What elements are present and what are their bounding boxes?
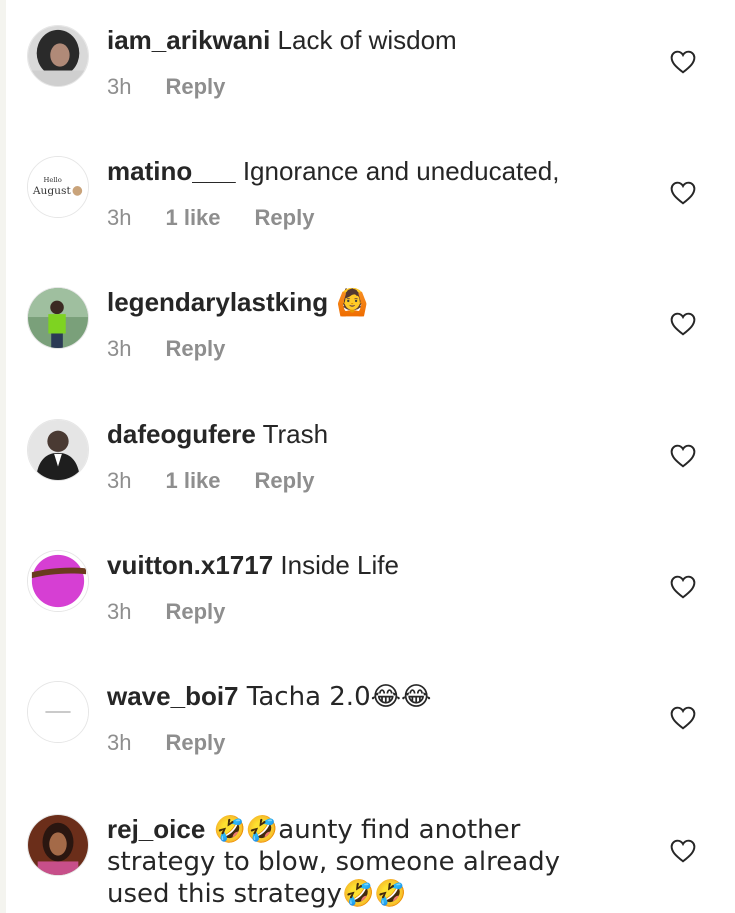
comment-message: Trash — [255, 419, 329, 449]
avatar[interactable] — [27, 419, 89, 481]
comment-time: 3h — [107, 730, 132, 755]
comment-username[interactable]: rej_oice — [107, 814, 205, 844]
comment-text: matino___ Ignorance and uneducated, — [107, 156, 647, 187]
comment-text: dafeogufere Trash — [107, 419, 647, 450]
comment-text: iam_arikwani Lack of wisdom — [107, 25, 647, 56]
comment-username[interactable]: wave_boi7 — [107, 681, 239, 711]
comment-meta: 3h Reply — [107, 730, 225, 756]
pink-circle-avatar-icon — [28, 551, 88, 611]
heart-outline-icon[interactable] — [670, 50, 696, 74]
avatar[interactable] — [27, 814, 89, 876]
comment-time: 3h — [107, 74, 132, 99]
comment-message: Ignorance and uneducated, — [235, 156, 560, 186]
comment-time: 3h — [107, 468, 132, 493]
green-shirt-avatar-icon — [28, 288, 88, 348]
suit-man-avatar-icon — [28, 420, 88, 480]
comment-meta: 3h Reply — [107, 599, 225, 625]
comment-username[interactable]: dafeogufere — [107, 419, 256, 449]
like-count[interactable]: 1 like — [165, 468, 220, 494]
heart-outline-icon[interactable] — [670, 444, 696, 468]
comment-username[interactable]: iam_arikwani — [107, 25, 270, 55]
heart-outline-icon[interactable] — [670, 706, 696, 730]
left-edge-strip — [0, 0, 6, 913]
comment-text: vuitton.x1717 Inside Life — [107, 550, 647, 581]
comment-username[interactable]: vuitton.x1717 — [107, 550, 273, 580]
comment-message: 🙆 — [328, 288, 369, 318]
comment-meta: 3h 1 like Reply — [107, 205, 314, 231]
white-avatar-icon — [28, 682, 88, 742]
avatar[interactable] — [27, 25, 89, 87]
comment-time: 3h — [107, 336, 132, 361]
comment-meta: 3h Reply — [107, 74, 225, 100]
comment-username[interactable]: legendarylastking — [107, 287, 328, 317]
comment-meta: 3h Reply — [107, 336, 225, 362]
comment-message: Lack of wisdom — [270, 25, 457, 55]
reply-button[interactable]: Reply — [165, 730, 225, 756]
woman-avatar-icon — [28, 815, 88, 875]
comment-time: 3h — [107, 205, 132, 230]
reply-button[interactable]: Reply — [165, 336, 225, 362]
heart-outline-icon[interactable] — [670, 312, 696, 336]
reply-button[interactable]: Reply — [165, 599, 225, 625]
avatar[interactable] — [27, 681, 89, 743]
avatar[interactable]: Hello August — [27, 156, 89, 218]
comment-text: rej_oice 🤣🤣aunty find another strategy t… — [107, 814, 627, 910]
reply-button[interactable]: Reply — [255, 468, 315, 494]
avatar[interactable] — [27, 287, 89, 349]
reply-button[interactable]: Reply — [255, 205, 315, 231]
comment-username[interactable]: matino___ — [107, 156, 236, 186]
hello-august-avatar-icon: Hello August — [28, 157, 88, 217]
like-count[interactable]: 1 like — [165, 205, 220, 231]
reply-button[interactable]: Reply — [165, 74, 225, 100]
comment-message: Inside Life — [273, 550, 399, 580]
comment-message: Tacha 2.0😂😂 — [238, 682, 432, 712]
comment-text: legendarylastking 🙆 — [107, 287, 647, 319]
comment-time: 3h — [107, 599, 132, 624]
avatar-august-text: August — [32, 184, 72, 197]
comment-text: wave_boi7 Tacha 2.0😂😂 — [107, 681, 647, 713]
avatar[interactable] — [27, 550, 89, 612]
heart-outline-icon[interactable] — [670, 575, 696, 599]
comment-meta: 3h 1 like Reply — [107, 468, 314, 494]
heart-outline-icon[interactable] — [670, 181, 696, 205]
dark-hair-avatar-icon — [28, 26, 88, 86]
heart-outline-icon[interactable] — [670, 839, 696, 863]
